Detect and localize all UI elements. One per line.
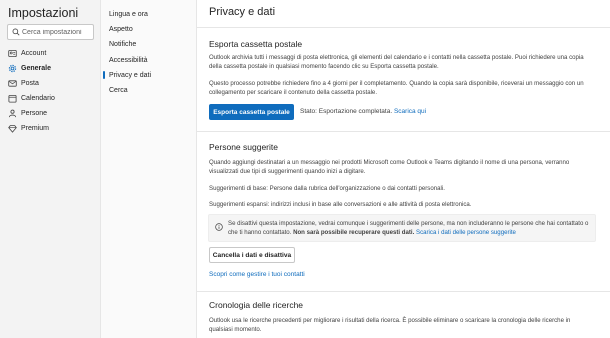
- nav-item-label: Posta: [21, 79, 39, 87]
- nav-item-account[interactable]: Account: [0, 46, 100, 60]
- clear-data-button[interactable]: Cancella i dati e disattiva: [209, 247, 295, 263]
- expanded-suggestions-text: Suggerimenti espansi: indirizzi inclusi …: [209, 201, 472, 208]
- person-card-icon: [8, 49, 17, 58]
- history-section-title: Cronologia delle ricerche: [209, 300, 304, 310]
- info-message-bar: Se disattivi questa impostazione, vedrai…: [208, 214, 596, 242]
- nav-item-label: Account: [21, 49, 47, 57]
- nav-item-general[interactable]: Generale: [0, 61, 100, 75]
- info-icon: [215, 223, 223, 231]
- people-icon: [8, 109, 17, 118]
- nav-item-mail[interactable]: Posta: [0, 76, 100, 90]
- subnav-item-privacy[interactable]: Privacy e dati: [101, 68, 196, 82]
- nav-item-label: Premium: [21, 124, 50, 132]
- nav-item-label: Calendario: [21, 94, 55, 102]
- export-note: Questo processo potrebbe richiedere fino…: [209, 80, 584, 96]
- info-message-warning: Non sarà possibile recuperare questi dat…: [293, 229, 415, 236]
- nav-item-label: Persone: [21, 109, 48, 117]
- manage-contacts-link[interactable]: Scopri come gestire i tuoi contatti: [209, 271, 305, 278]
- subnav-item-search[interactable]: Cerca: [101, 83, 196, 97]
- calendar-icon: [8, 94, 17, 103]
- settings-content: Privacy e dati Esporta cassetta postale …: [197, 0, 610, 338]
- settings-subnav: Lingua e ora Aspetto Notifiche Accessibi…: [101, 0, 197, 338]
- divider: [197, 27, 610, 28]
- search-icon: [12, 28, 20, 36]
- divider: [197, 131, 610, 132]
- nav-item-premium[interactable]: Premium: [0, 121, 100, 135]
- export-mailbox-button[interactable]: Esporta cassetta postale: [209, 104, 294, 120]
- subnav-item-notifications[interactable]: Notifiche: [101, 37, 196, 51]
- history-description: Outlook usa le ricerche precedenti per m…: [209, 317, 571, 333]
- nav-item-people[interactable]: Persone: [0, 106, 100, 120]
- app-title: Impostazioni: [8, 6, 79, 20]
- gear-icon: [8, 64, 17, 73]
- diamond-icon: [8, 124, 17, 133]
- search-input[interactable]: [22, 26, 92, 38]
- divider: [197, 291, 610, 292]
- subnav-item-accessibility[interactable]: Accessibilità: [101, 53, 196, 67]
- search-box[interactable]: [7, 24, 94, 40]
- mail-icon: [8, 79, 17, 88]
- info-message: Se disattivi questa impostazione, vedrai…: [228, 219, 593, 237]
- export-section-title: Esporta cassetta postale: [209, 39, 303, 49]
- subnav-item-language[interactable]: Lingua e ora: [101, 7, 196, 21]
- export-description: Outlook archivia tutti i messaggi di pos…: [209, 54, 584, 70]
- subnav-item-appearance[interactable]: Aspetto: [101, 22, 196, 36]
- nav-item-label: Generale: [21, 64, 51, 72]
- export-status-text: Stato: Esportazione completata.: [300, 108, 393, 115]
- page-title: Privacy e dati: [209, 6, 276, 18]
- export-status: Stato: Esportazione completata. Scarica …: [300, 108, 426, 115]
- download-export-link[interactable]: Scarica qui: [394, 108, 426, 115]
- people-description: Quando aggiungi destinatari a un messagg…: [209, 159, 570, 175]
- download-people-data-link[interactable]: Scarica i dati delle persone suggerite: [416, 229, 516, 236]
- left-navigation: Impostazioni Account Generale Posta Cale…: [0, 0, 101, 338]
- people-section-title: Persone suggerite: [209, 142, 278, 152]
- basic-suggestions-text: Suggerimenti di base: Persone dalla rubr…: [209, 185, 445, 192]
- nav-item-calendar[interactable]: Calendario: [0, 91, 100, 105]
